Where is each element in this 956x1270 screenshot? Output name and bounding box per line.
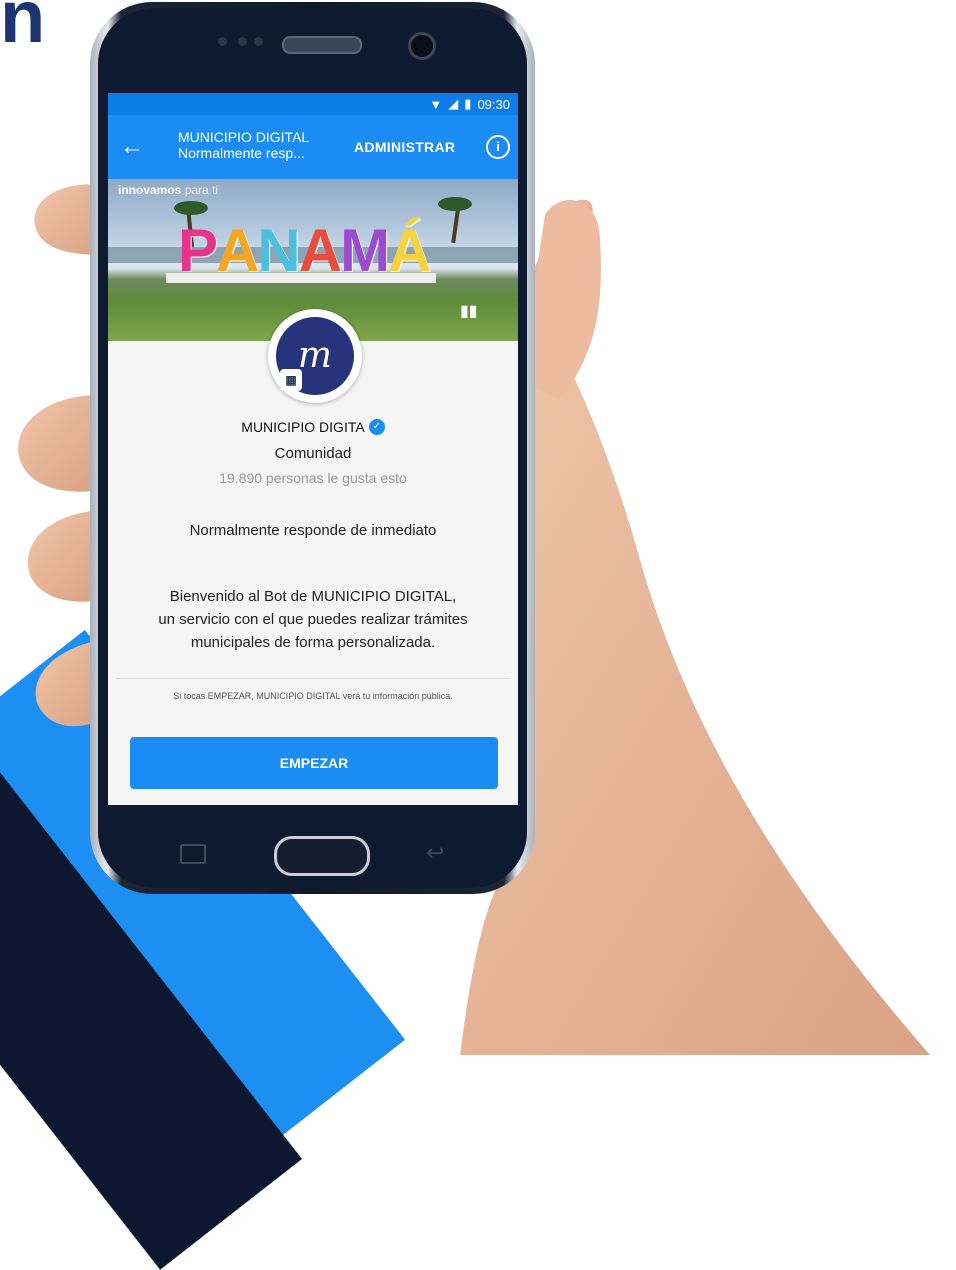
tagline-light: para ti bbox=[184, 183, 219, 197]
palm-leaves bbox=[174, 201, 208, 215]
likes-count: 19.890 personas le gusta esto bbox=[219, 470, 407, 486]
sign-letter: A bbox=[216, 217, 259, 284]
title-block: MUNICIPIO DIGITAL Normalmente resp... bbox=[178, 129, 309, 161]
palm-leaves bbox=[438, 197, 472, 211]
page-title: MUNICIPIO DIGITAL bbox=[178, 129, 310, 145]
sign-letter: P bbox=[178, 217, 218, 284]
welcome-line: Bienvenido al Bot de MUNICIPIO DIGITAL, bbox=[169, 588, 457, 605]
administrar-button[interactable]: ADMINISTRAR bbox=[354, 139, 455, 155]
page-subtitle: Normalmente resp... bbox=[178, 145, 305, 161]
home-button[interactable] bbox=[274, 836, 370, 876]
page-category: Comunidad bbox=[274, 445, 352, 462]
sign-letter: M bbox=[340, 217, 390, 284]
signal-icon: ◢ bbox=[448, 96, 459, 111]
sensor-dot bbox=[254, 37, 263, 46]
verified-badge-icon: ✓ bbox=[368, 419, 385, 435]
profile-content: MUNICIPIO DIGITA ✓ Comunidad 19.890 pers… bbox=[108, 341, 518, 805]
banner-tagline: innovamos para ti bbox=[118, 183, 218, 197]
response-time: Normalmente responde de inmediato bbox=[189, 522, 437, 539]
recent-apps-icon[interactable] bbox=[180, 844, 206, 864]
tagline-bold: innovamos bbox=[118, 183, 182, 197]
decor-heading-fragment: n bbox=[0, 0, 46, 58]
divider bbox=[116, 678, 510, 679]
app-bar: ← MUNICIPIO DIGITAL Normalmente resp... … bbox=[108, 115, 518, 179]
welcome-line: municipales de forma personalizada. bbox=[190, 634, 436, 651]
government-logo-icon: ▮▮ bbox=[460, 303, 478, 320]
panama-sign: PANAMÁ bbox=[178, 217, 431, 284]
front-camera bbox=[408, 32, 436, 60]
legal-notice: Si tocas EMPEZAR, MUNICIPIO DIGITAL verá… bbox=[173, 691, 453, 701]
back-arrow-icon[interactable]: ← bbox=[120, 133, 144, 161]
battery-icon: ▮ bbox=[464, 96, 472, 111]
sensor-dot bbox=[238, 37, 247, 46]
wifi-icon: ▼ bbox=[429, 96, 443, 112]
hardware-back-icon[interactable]: ↩ bbox=[426, 840, 444, 866]
ai-badge-icon: ▦ bbox=[280, 369, 302, 391]
empezar-button[interactable]: EMPEZAR bbox=[130, 737, 498, 789]
status-bar: ▼ ◢ ▮ 09:30 bbox=[108, 93, 518, 115]
page-name: MUNICIPIO DIGITA bbox=[241, 419, 365, 435]
status-time: 09:30 bbox=[477, 96, 510, 112]
sign-letter: A bbox=[298, 217, 342, 284]
welcome-message: Bienvenido al Bot de MUNICIPIO DIGITAL, … bbox=[108, 585, 518, 654]
sensor-dot bbox=[218, 37, 227, 46]
phone-screen: ▼ ◢ ▮ 09:30 ← MUNICIPIO DIGITAL Normalme… bbox=[108, 93, 518, 805]
welcome-line: un servicio con el que puedes realizar t… bbox=[158, 611, 468, 628]
sign-letter: N bbox=[257, 217, 300, 284]
sign-letter: Á bbox=[388, 217, 431, 284]
info-icon[interactable]: i bbox=[486, 135, 510, 159]
page-name-row: MUNICIPIO DIGITA ✓ bbox=[241, 419, 385, 435]
earpiece-speaker bbox=[282, 36, 362, 54]
